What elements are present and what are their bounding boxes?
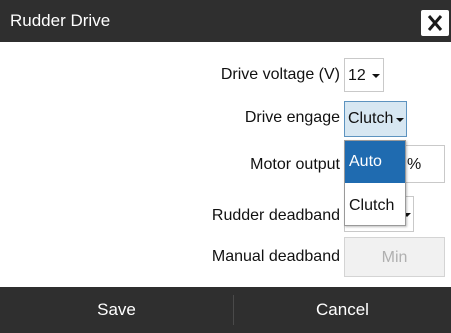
drive-engage-select[interactable]: Clutch	[344, 101, 407, 137]
dialog-title: Rudder Drive	[10, 11, 111, 30]
motor-output-unit: %	[407, 156, 422, 173]
rudder-deadband-label: Rudder deadband	[211, 207, 340, 224]
chevron-down-icon	[372, 74, 380, 78]
motor-output-label: Motor output	[250, 156, 340, 173]
close-icon	[427, 15, 443, 31]
dropdown-option-auto[interactable]: Auto	[345, 141, 405, 183]
drive-voltage-value: 12	[348, 67, 366, 84]
drive-voltage-label: Drive voltage (V)	[220, 66, 340, 83]
manual-deadband-label: Manual deadband	[211, 248, 340, 265]
chevron-down-icon	[396, 118, 404, 122]
save-button[interactable]: Save	[0, 287, 233, 333]
manual-deadband-field: Min	[344, 237, 445, 277]
drive-engage-label: Drive engage	[244, 109, 340, 126]
dropdown-option-clutch[interactable]: Clutch	[345, 185, 405, 227]
close-button[interactable]	[421, 10, 449, 36]
dialog-titlebar: Rudder Drive	[0, 0, 451, 42]
drive-voltage-select[interactable]: 12	[344, 58, 384, 92]
cancel-button[interactable]: Cancel	[234, 287, 451, 333]
drive-engage-dropdown-menu: Auto Clutch	[344, 140, 406, 226]
dialog-footer: Save Cancel	[0, 287, 451, 333]
manual-deadband-value: Min	[381, 249, 408, 266]
drive-engage-value: Clutch	[348, 110, 394, 127]
